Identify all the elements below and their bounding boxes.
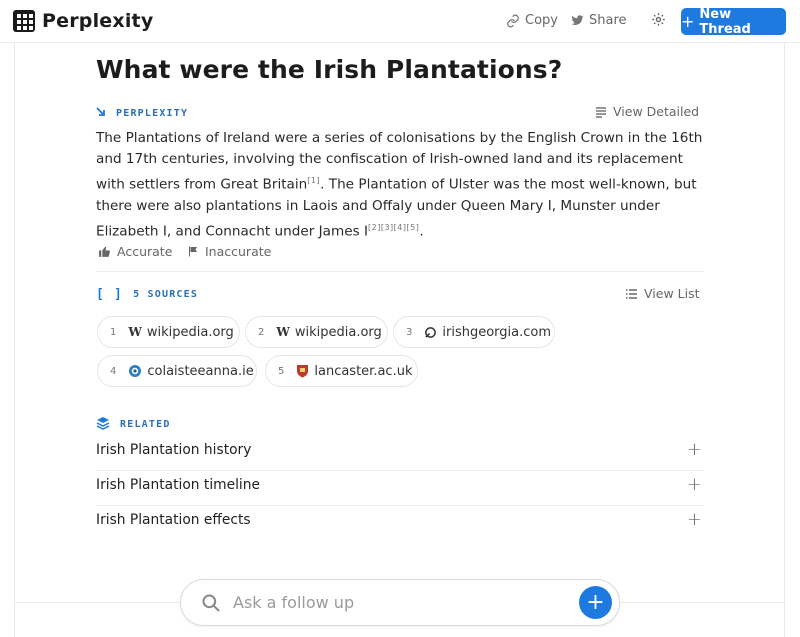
view-list-label: View List — [644, 286, 700, 301]
inaccurate-label: Inaccurate — [205, 244, 272, 259]
frame-border-left — [14, 43, 15, 637]
source-domain: lancaster.ac.uk — [314, 363, 413, 379]
followup-bar: + — [180, 579, 620, 626]
source-number: 4 — [110, 365, 117, 377]
new-thread-button[interactable]: + New Thread — [681, 6, 786, 37]
related-section-label: RELATED — [96, 416, 171, 433]
frame-border-right — [784, 43, 785, 637]
logo[interactable]: Perplexity — [13, 10, 153, 32]
text-lines-icon — [596, 106, 606, 118]
perplexity-label: PERPLEXITY — [116, 108, 189, 119]
source-number: 5 — [278, 365, 285, 377]
copy-label: Copy — [525, 13, 558, 28]
brackets-icon: [ ] — [96, 287, 124, 302]
accurate-button[interactable]: Accurate — [98, 244, 172, 259]
sources-label: 5 SOURCES — [133, 289, 199, 300]
source-number: 1 — [110, 326, 117, 338]
share-button[interactable]: Share — [571, 13, 627, 28]
citation-2-5[interactable]: [2][3][4][5] — [368, 223, 419, 232]
related-item-label: Irish Plantation effects — [96, 511, 251, 528]
list-icon — [626, 288, 637, 299]
source-domain: colaisteeanna.ie — [147, 363, 254, 379]
share-label: Share — [589, 13, 627, 28]
plus-icon: + — [686, 439, 702, 460]
answer-section-label: PERPLEXITY — [96, 107, 188, 120]
view-list-button[interactable]: View List — [625, 286, 700, 301]
source-chip[interactable]: 1 W wikipedia.org — [97, 316, 240, 348]
arrow-down-right-icon — [96, 107, 106, 120]
irishgeorgia-icon — [424, 325, 437, 339]
page-title: What were the Irish Plantations? — [96, 55, 563, 84]
source-domain: irishgeorgia.com — [442, 324, 552, 340]
flag-icon — [189, 246, 197, 257]
related-label: RELATED — [120, 419, 171, 430]
colaisteeanna-icon — [128, 364, 142, 378]
answer-text-part: . — [419, 223, 424, 240]
wikipedia-icon: W — [128, 325, 142, 339]
followup-input[interactable] — [233, 593, 553, 612]
source-chip[interactable]: 2 W wikipedia.org — [245, 316, 388, 348]
plus-icon: + — [686, 509, 702, 530]
wikipedia-icon: W — [276, 325, 290, 339]
related-item[interactable]: Irish Plantation effects + — [96, 502, 706, 537]
sources-section-label: [ ] 5 SOURCES — [96, 287, 198, 302]
divider — [96, 271, 704, 272]
settings-button[interactable] — [651, 12, 671, 27]
new-thread-label: New Thread — [699, 6, 751, 37]
view-detailed-button[interactable]: View Detailed — [595, 104, 699, 119]
copy-button[interactable]: Copy — [506, 13, 558, 28]
perplexity-logo-icon — [13, 10, 35, 32]
source-domain: wikipedia.org — [294, 324, 382, 340]
related-item[interactable]: Irish Plantation timeline + — [96, 467, 706, 502]
search-icon — [202, 594, 220, 611]
submit-button[interactable]: + — [579, 586, 612, 619]
gear-icon — [652, 13, 665, 26]
source-chip[interactable]: 5 lancaster.ac.uk — [265, 355, 418, 387]
twitter-icon — [571, 15, 584, 25]
source-domain: wikipedia.org — [146, 324, 234, 340]
source-number: 3 — [406, 326, 413, 338]
lancaster-icon — [296, 364, 309, 378]
top-bar: Perplexity Copy Share + New Thread — [0, 0, 800, 43]
accurate-label: Accurate — [117, 244, 173, 259]
related-item-label: Irish Plantation history — [96, 441, 252, 458]
citation-1[interactable]: [1] — [307, 176, 320, 185]
view-detailed-label: View Detailed — [613, 104, 700, 119]
answer-text: The Plantations of Ireland were a series… — [96, 128, 708, 242]
source-chip[interactable]: 3 irishgeorgia.com — [393, 316, 555, 348]
plus-icon: + — [681, 12, 695, 31]
link-icon — [507, 14, 519, 27]
plus-icon: + — [586, 589, 605, 615]
plus-icon: + — [686, 474, 702, 495]
layers-icon — [96, 416, 110, 433]
related-item-label: Irish Plantation timeline — [96, 476, 260, 493]
source-chip[interactable]: 4 colaisteeanna.ie — [97, 355, 257, 387]
thumbs-up-icon — [99, 246, 110, 257]
related-item[interactable]: Irish Plantation history + — [96, 432, 706, 467]
source-number: 2 — [258, 326, 265, 338]
app-name: Perplexity — [42, 10, 154, 32]
inaccurate-button[interactable]: Inaccurate — [187, 244, 271, 259]
